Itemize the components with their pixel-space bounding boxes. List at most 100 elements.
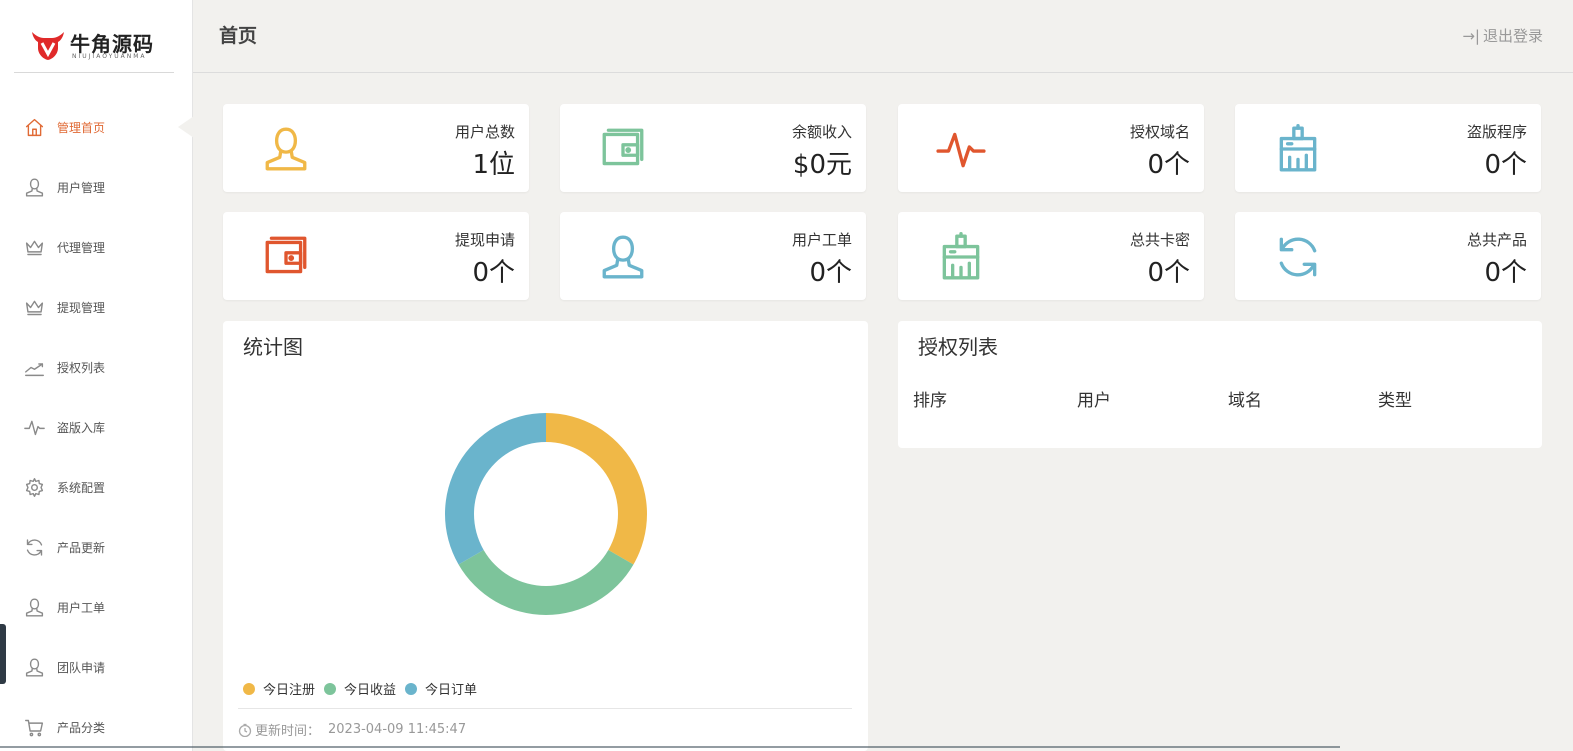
sidebar-item-7[interactable]: 产品更新 (0, 517, 193, 577)
stat-label: 用户工单 (791, 231, 852, 249)
brand-subtitle: NIUJIAOYUANMA (72, 53, 147, 60)
user-icon (261, 124, 311, 174)
stat-value: 0个 (1147, 150, 1190, 180)
sidebar: 牛角源码 NIUJIAOYUANMA 管理首页 用户管理 代理管理 提现管理 授… (0, 0, 194, 751)
stat-card[interactable]: 授权域名 0个 (898, 104, 1204, 192)
user-icon (23, 656, 45, 678)
logout-label: 退出登录 (1482, 27, 1543, 45)
update-time-value: 2023-04-09 11:45:47 (328, 722, 467, 737)
stat-label: 总共卡密 (1129, 231, 1190, 249)
stat-value: $0元 (792, 150, 852, 180)
chart-panel-title: 统计图 (243, 335, 303, 359)
crown-icon (23, 296, 45, 318)
stat-value: 1位 (472, 150, 515, 180)
stat-value: 0个 (1484, 258, 1527, 288)
pulse-icon (936, 124, 986, 174)
table-header-user: 用户 (1077, 391, 1111, 411)
sidebar-item-5[interactable]: 盗版入库 (0, 397, 193, 457)
donut-slice-0[interactable] (546, 413, 647, 565)
brush-icon (936, 232, 986, 282)
stat-value: 0个 (1147, 258, 1190, 288)
stat-card[interactable]: 总共卡密 0个 (898, 212, 1204, 300)
wallet-icon (261, 232, 311, 282)
update-time-label: 更新时间： (255, 724, 321, 739)
sidebar-item-6[interactable]: 系统配置 (0, 457, 193, 517)
brush-icon (1273, 124, 1323, 174)
pulse-icon (23, 416, 45, 438)
page-title: 首页 (219, 25, 258, 47)
logout-icon: →| (1462, 26, 1480, 45)
home-icon (23, 116, 45, 138)
stat-card[interactable]: 提现申请 0个 (223, 212, 529, 300)
table-header-domain: 域名 (1228, 391, 1262, 411)
sidebar-item-0[interactable]: 管理首页 (0, 97, 194, 157)
stat-value: 0个 (472, 258, 515, 288)
user-icon (598, 232, 648, 282)
stat-card[interactable]: 盗版程序 0个 (1235, 104, 1541, 192)
auth-list-title: 授权列表 (918, 335, 998, 359)
chart-legend: 今日注册 今日收益 今日订单 (243, 679, 486, 698)
sidebar-item-label: 产品更新 (57, 540, 106, 555)
donut-slice-1[interactable] (458, 550, 634, 615)
stat-value: 0个 (809, 258, 852, 288)
legend-dot (405, 682, 418, 695)
sidebar-item-label: 提现管理 (57, 300, 106, 315)
stat-label: 授权域名 (1129, 123, 1190, 141)
stat-label: 余额收入 (791, 123, 852, 141)
stat-card[interactable]: 用户总数 1位 (223, 104, 529, 192)
sidebar-item-9[interactable]: 团队申请 (0, 637, 193, 697)
refresh-icon (1273, 232, 1323, 282)
sidebar-item-label: 产品分类 (57, 720, 106, 735)
top-header: 首页 →| 退出登录 (193, 0, 1573, 73)
stat-card[interactable]: 余额收入 $0元 (560, 104, 866, 192)
refresh-icon (23, 536, 45, 558)
table-header-rank: 排序 (913, 391, 947, 411)
stat-card[interactable]: 用户工单 0个 (560, 212, 866, 300)
sidebar-item-label: 团队申请 (57, 660, 106, 675)
sidebar-item-label: 盗版入库 (57, 420, 106, 435)
gear-icon (23, 476, 45, 498)
sidebar-nav: 管理首页 用户管理 代理管理 提现管理 授权列表 盗版入库 系统配置 产品更新 … (0, 97, 194, 751)
sidebar-item-label: 管理首页 (57, 120, 106, 135)
legend-label: 今日注册 (263, 683, 316, 698)
sidebar-item-8[interactable]: 用户工单 (0, 577, 193, 637)
donut-chart (445, 413, 647, 615)
legend-dot (324, 682, 337, 695)
trend-icon (23, 356, 45, 378)
stat-card[interactable]: 总共产品 0个 (1235, 212, 1541, 300)
sidebar-item-10[interactable]: 产品分类 (0, 697, 193, 751)
crown-icon (23, 236, 45, 258)
table-header-type: 类型 (1378, 391, 1412, 411)
legend-item[interactable]: 今日注册 (243, 679, 315, 698)
bottom-scroll-edge (0, 746, 1340, 748)
user-icon (23, 176, 45, 198)
sidebar-item-1[interactable]: 用户管理 (0, 157, 193, 217)
sidebar-item-label: 代理管理 (57, 240, 106, 255)
sidebar-toggle-handle[interactable] (0, 624, 6, 684)
wallet-icon (598, 124, 648, 174)
sidebar-item-2[interactable]: 代理管理 (0, 217, 193, 277)
brand-logo[interactable]: 牛角源码 NIUJIAOYUANMA (14, 0, 174, 73)
sidebar-item-label: 系统配置 (57, 480, 106, 495)
legend-label: 今日订单 (425, 683, 478, 698)
logout-button[interactable]: →| 退出登录 (1462, 25, 1543, 46)
stat-label: 盗版程序 (1466, 123, 1527, 141)
sidebar-item-label: 用户工单 (57, 600, 106, 615)
sidebar-item-3[interactable]: 提现管理 (0, 277, 193, 337)
legend-item[interactable]: 今日订单 (405, 679, 477, 698)
sidebar-item-label: 授权列表 (57, 360, 106, 375)
clock-icon (238, 723, 252, 737)
update-time-row: 更新时间： 2023-04-09 11:45:47 (238, 720, 466, 739)
sidebar-item-label: 用户管理 (57, 180, 106, 195)
legend-item[interactable]: 今日收益 (324, 679, 396, 698)
legend-label: 今日收益 (344, 683, 397, 698)
stat-value: 0个 (1484, 150, 1527, 180)
bull-logo-icon (32, 32, 64, 60)
auth-list-panel: 授权列表 (898, 321, 1542, 448)
sidebar-item-4[interactable]: 授权列表 (0, 337, 193, 397)
stat-label: 用户总数 (454, 123, 515, 141)
donut-slice-2[interactable] (445, 413, 546, 565)
user-icon (23, 596, 45, 618)
stat-label: 总共产品 (1466, 231, 1527, 249)
stat-label: 提现申请 (454, 231, 515, 249)
